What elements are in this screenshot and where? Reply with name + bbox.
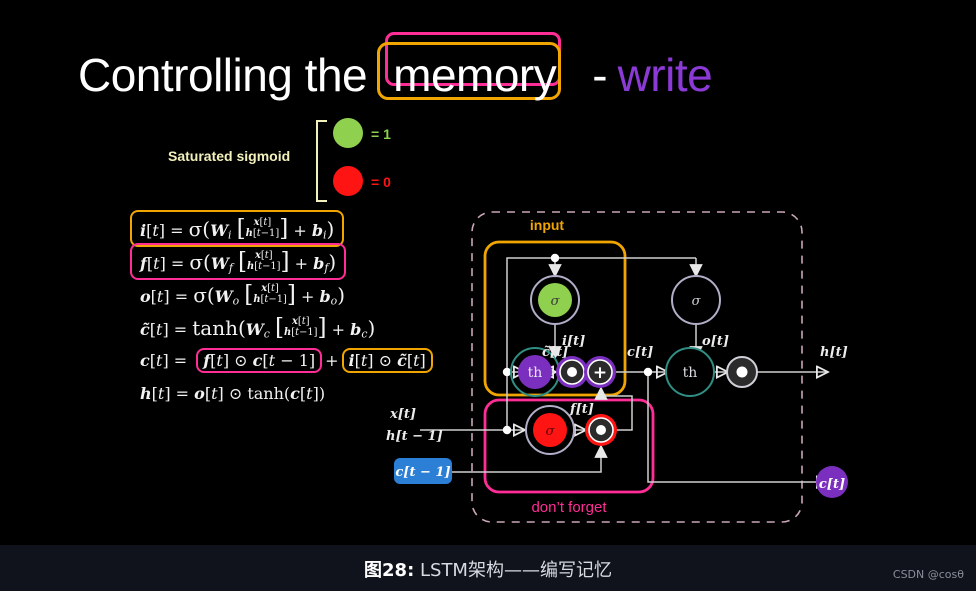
forget-group-label: don’t forget xyxy=(531,499,607,516)
title-highlight-wrap: memory xyxy=(377,32,568,101)
svg-text:c[t]: c[t] xyxy=(819,477,845,492)
legend-value-zero: = 0 xyxy=(371,174,391,190)
x-input-label: x[t] xyxy=(389,407,416,422)
figure-caption-text: LSTM架构——编写记忆 xyxy=(414,560,612,581)
input-group-label: input xyxy=(530,217,565,233)
output-product-node xyxy=(726,356,758,388)
page-root: Controlling the memory - write Saturated… xyxy=(0,0,976,591)
svg-text:th: th xyxy=(683,365,698,381)
input-product-node xyxy=(556,356,588,388)
legend-value-one: = 1 xyxy=(371,126,391,142)
c-output-badge: c[t] xyxy=(816,466,848,498)
figure-caption: 图28: LSTM架构——编写记忆 xyxy=(0,556,976,582)
input-sigmoid-node: σ xyxy=(530,275,580,325)
title-prefix: Controlling the xyxy=(78,49,368,101)
green-dot xyxy=(333,118,363,148)
h-output-label: h[t] xyxy=(820,345,848,360)
cbar-signal-label: c̃[t] xyxy=(542,345,568,360)
svg-text:th: th xyxy=(528,365,543,381)
svg-text:σ: σ xyxy=(551,294,561,309)
bus-junction-candidate xyxy=(502,367,512,377)
bus-junction-forget xyxy=(502,425,512,435)
o-gate-signal-label: o[t] xyxy=(702,334,729,349)
title-dash: - xyxy=(592,49,608,101)
figure-number: 图28: xyxy=(364,560,415,581)
c-state-signal-label: c[t] xyxy=(627,345,653,360)
c-prev-badge: c[t − 1] xyxy=(394,458,452,484)
red-dot xyxy=(333,166,363,196)
svg-text:σ: σ xyxy=(692,294,702,309)
page-title: Controlling the memory - write xyxy=(78,32,713,110)
legend-brace xyxy=(316,120,327,202)
bus-junction-top xyxy=(550,253,560,263)
output-tanh-node: th xyxy=(665,347,715,397)
sum-node: + xyxy=(584,356,616,388)
svg-text:c[t − 1]: c[t − 1] xyxy=(395,465,450,480)
forget-product-node xyxy=(585,414,617,446)
watermark: CSDN @cosθ xyxy=(892,568,964,581)
cell-state-junction xyxy=(643,367,653,377)
svg-text:σ: σ xyxy=(546,424,556,439)
h-prev-label: h[t − 1] xyxy=(386,429,443,444)
legend-label: Saturated sigmoid xyxy=(168,148,291,164)
legend: Saturated sigmoid = 1 = 0 xyxy=(168,118,418,202)
slide: Controlling the memory - write Saturated… xyxy=(0,0,976,545)
title-suffix: write xyxy=(617,49,713,101)
output-sigmoid-node: σ xyxy=(671,275,721,325)
f-gate-signal-label: f[t] xyxy=(569,402,594,417)
forget-sigmoid-node: σ xyxy=(525,405,575,455)
lstm-diagram: σ th + σ σ th c[t − 1] c[t] input don’t … xyxy=(380,200,850,540)
title-highlight: memory xyxy=(393,49,557,101)
svg-text:+: + xyxy=(593,363,607,383)
